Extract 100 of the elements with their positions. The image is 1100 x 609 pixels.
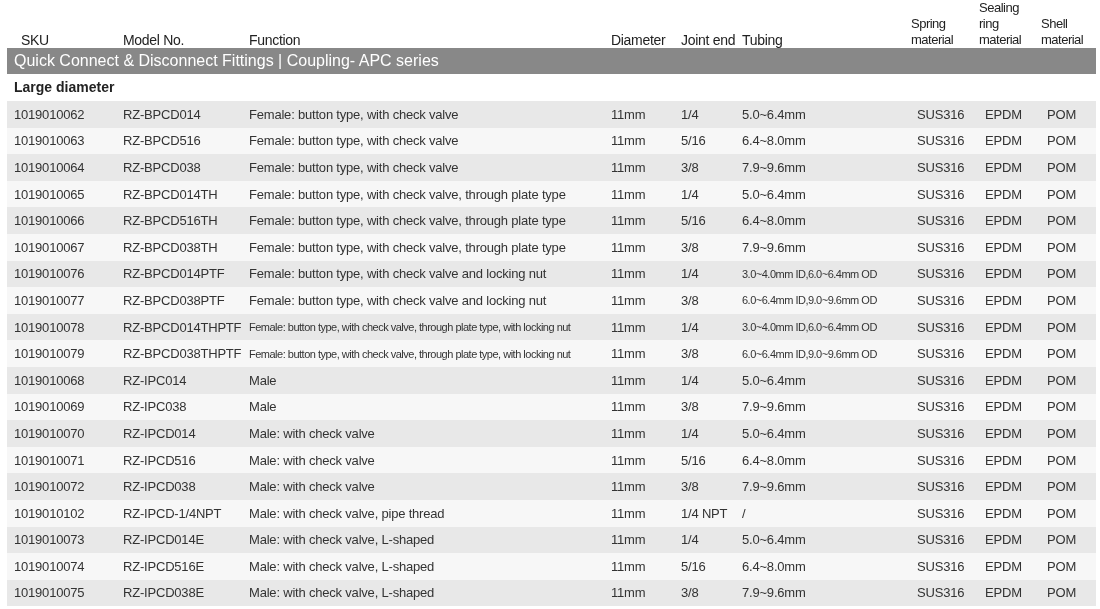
table-cell-text: SUS316 <box>916 585 966 601</box>
table-cell-text: 1019010102 <box>13 505 86 521</box>
table-cell-text: RZ-BPCD516 <box>122 133 202 149</box>
table-cell-text: 3.0~4.0mm ID,6.0~6.4mm OD <box>741 267 878 280</box>
table-cell-text: SUS316 <box>916 452 966 468</box>
table-cell-text: 6.4~8.0mm <box>741 452 807 468</box>
table-cell-text: EPDM <box>984 106 1023 122</box>
table-cell-text: 11mm <box>610 505 647 521</box>
table-cell-text: 1/4 <box>680 186 700 202</box>
table-cell-text: SUS316 <box>916 239 966 255</box>
table-cell-text: 5/16 <box>680 452 707 468</box>
table-cell-text: RZ-IPCD516E <box>122 558 205 574</box>
table-cell-text: RZ-BPCD014 <box>122 106 202 122</box>
table-cell-text: POM <box>1046 160 1077 175</box>
table-cell-text: POM <box>1046 425 1077 441</box>
table-cell-text: 1019010066 <box>13 213 86 229</box>
table-cell-text: 11mm <box>610 319 647 335</box>
table-cell-text: Female: button type, with check valve <box>248 133 460 149</box>
table-cell-text: RZ-BPCD516TH <box>122 213 219 229</box>
table-cell-text: EPDM <box>984 479 1023 495</box>
table-cell-text: RZ-IPC014 <box>122 372 188 388</box>
table-cell-text: SUS316 <box>916 479 966 495</box>
table-cell-text: RZ-IPCD038E <box>122 585 205 601</box>
table-cell-text: 3/8 <box>680 585 700 601</box>
table-cell-text: 1019010073 <box>13 532 86 548</box>
table-cell-text: 11mm <box>610 213 647 229</box>
table-cell-text: 1/4 <box>680 319 700 335</box>
table-cell-text: 3/8 <box>680 292 700 308</box>
table-cell-text: RZ-IPCD014E <box>122 532 205 548</box>
table-cell-text: 1019010064 <box>13 160 86 175</box>
table-cell-text: 11mm <box>610 160 647 175</box>
table-cell-text: POM <box>1046 319 1077 335</box>
table-cell-text: Male: with check valve, L-shaped <box>248 532 436 548</box>
table-cell-text: POM <box>1046 213 1077 229</box>
table-cell-text: Female: button type, with check valve, through plate type <box>248 186 567 202</box>
table-cell-text: EPDM <box>984 133 1023 149</box>
table-cell-text: EPDM <box>984 585 1023 601</box>
table-cell-text: 1019010069 <box>13 399 86 415</box>
table-cell-text: SUS316 <box>916 372 966 388</box>
table-cell-text: 1/4 <box>680 425 700 441</box>
table-cell-text: EPDM <box>984 372 1023 388</box>
table-cell-text: 3.0~4.0mm ID,6.0~6.4mm OD <box>741 321 878 334</box>
table-cell-text: 7.9~9.6mm <box>741 479 807 495</box>
table-cell-text: 7.9~9.6mm <box>741 239 807 255</box>
table-cell-text: 11mm <box>610 558 647 574</box>
table-cell-text: Male: with check valve <box>248 452 376 468</box>
table-cell-text: 3/8 <box>680 479 700 495</box>
table-cell-text: RZ-BPCD038 <box>122 160 202 175</box>
column-header: Model No. <box>122 32 186 50</box>
table-cell-text: 5.0~6.4mm <box>741 106 807 122</box>
table-cell-text: 1019010067 <box>13 239 86 255</box>
table-cell-text: SUS316 <box>916 558 966 574</box>
table-cell-text: SUS316 <box>916 133 966 149</box>
table-cell-text: 5.0~6.4mm <box>741 532 807 548</box>
table-cell-text: 6.0~6.4mm ID,9.0~9.6mm OD <box>741 347 878 360</box>
column-header: SKU <box>20 32 50 50</box>
table-cell-text: 1019010075 <box>13 585 86 601</box>
table-cell-text: 11mm <box>610 425 647 441</box>
table-cell-text: SUS316 <box>916 160 966 175</box>
table-cell-text: 1019010068 <box>13 372 86 388</box>
table-cell-text: Female: button type, with check valve <box>248 160 460 175</box>
table-cell-text: 11mm <box>610 585 647 601</box>
table-cell-text: EPDM <box>984 399 1023 415</box>
table-cell-text: 1019010062 <box>13 106 86 122</box>
column-header: Sealing ring material <box>979 0 1023 49</box>
table-cell-text: Female: button type, with check valve, through plate type <box>248 239 567 255</box>
column-header: Spring material <box>911 16 955 49</box>
table-cell-text: EPDM <box>984 213 1023 229</box>
table-cell-text: RZ-BPCD038THPTF <box>122 346 243 362</box>
table-cell-text: 6.4~8.0mm <box>741 558 807 574</box>
table-cell-text: 3/8 <box>680 160 700 175</box>
table-cell-text: 7.9~9.6mm <box>741 399 807 415</box>
table-cell-text: Female: button type, with check valve, through plate type, with locking nut <box>248 347 572 360</box>
table-cell-text: 1019010070 <box>13 425 86 441</box>
table-cell-text: 6.4~8.0mm <box>741 133 807 149</box>
table-cell-text: Female: button type, with check valve, through plate type, with locking nut <box>248 321 572 334</box>
column-header: Diameter <box>610 32 667 50</box>
table-cell-text: 1/4 <box>680 266 700 282</box>
table-cell-text: RZ-IPCD014 <box>122 425 197 441</box>
section-title-bar: Quick Connect & Disconnect Fittings | Coupling- APC series <box>7 48 1096 74</box>
table-cell-text: Male: with check valve <box>248 425 376 441</box>
table-cell-text: SUS316 <box>916 399 966 415</box>
table-cell-text: 7.9~9.6mm <box>741 160 807 175</box>
table-cell-text: POM <box>1046 346 1077 362</box>
table-cell-text: 11mm <box>610 532 647 548</box>
table-cell-text: SUS316 <box>916 213 966 229</box>
table-cell-text: 11mm <box>610 372 647 388</box>
table-cell-text: Female: button type, with check valve and locking nut <box>248 292 548 308</box>
table-cell-text: SUS316 <box>916 346 966 362</box>
table-cell-text: 1/4 <box>680 532 700 548</box>
table-cell-text: EPDM <box>984 452 1023 468</box>
table-cell-text: 5/16 <box>680 133 707 149</box>
table-cell-text: Male <box>248 372 278 388</box>
table-cell-text: POM <box>1046 186 1077 202</box>
column-header: Joint end <box>680 32 736 50</box>
table-cell-text: EPDM <box>984 239 1023 255</box>
table-cell-text: EPDM <box>984 186 1023 202</box>
table-cell-text: EPDM <box>984 346 1023 362</box>
table-cell-text: POM <box>1046 399 1077 415</box>
table-cell-text: SUS316 <box>916 505 966 521</box>
